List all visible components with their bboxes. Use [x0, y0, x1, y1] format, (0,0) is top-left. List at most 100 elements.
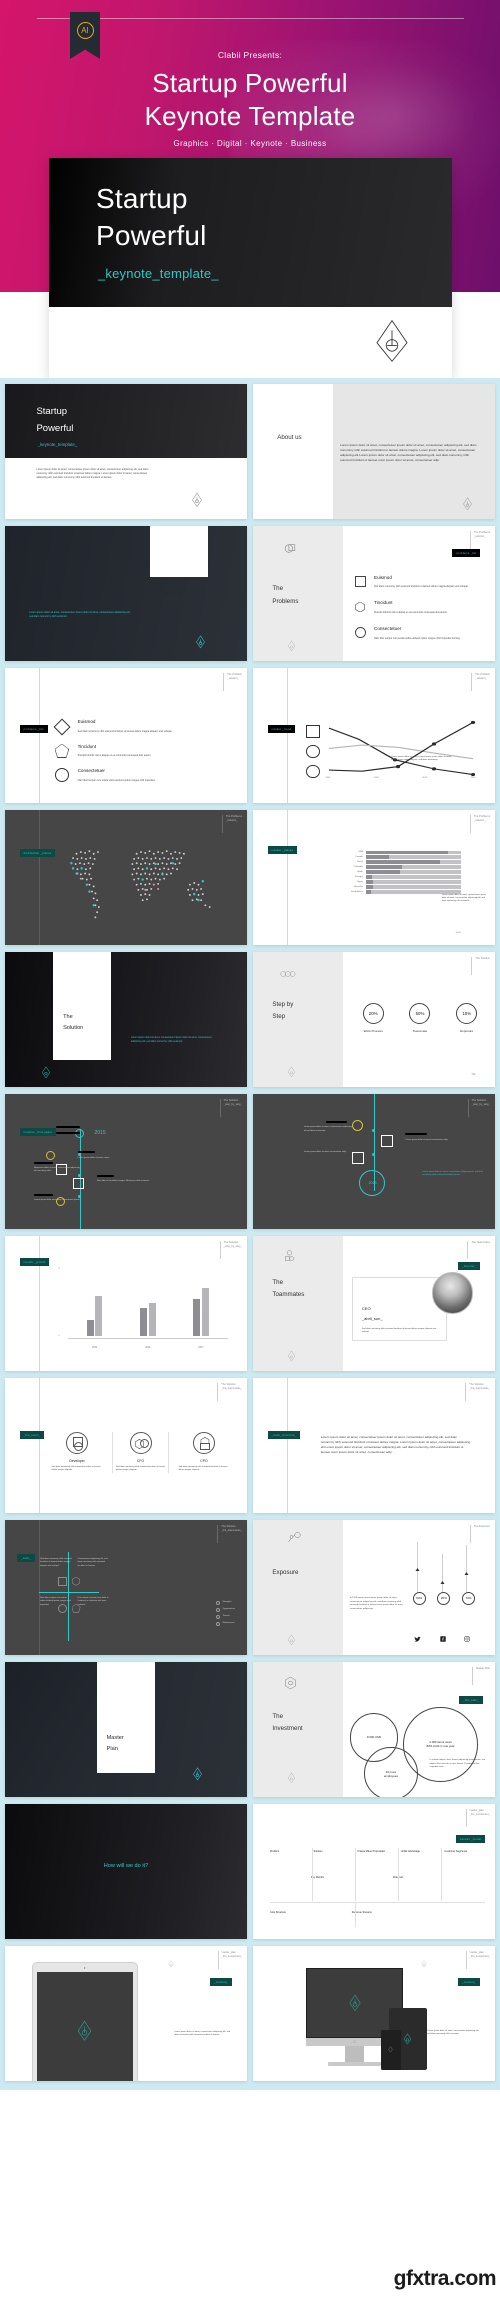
- item-label-1: Tincidunt: [374, 600, 393, 606]
- chart-xaxis-ticks: 2000 2005 2010 2015: [325, 777, 476, 780]
- feature-slide-dark-area: Startup Powerful _keynote_template_: [49, 158, 452, 307]
- item-label-2: Consectetuer: [374, 625, 402, 631]
- corner-label: The Problems _solution_: [469, 531, 490, 549]
- droplet-icon: [287, 1349, 296, 1361]
- thumb-slide-step-by-step[interactable]: Step by Step The Solution 20% Work Proce…: [253, 952, 495, 1087]
- item-label-0: Euismod: [374, 574, 392, 580]
- slide-tag: _the_plan_: [459, 1695, 483, 1704]
- droplet-icon: [404, 2033, 412, 2045]
- corner-label-line2: _solution_: [473, 535, 486, 539]
- bar-label: South Africa: [351, 891, 363, 894]
- thumb-slide-world-map[interactable]: distribution _places The Problems _solut…: [5, 810, 247, 945]
- timeline-marker-gold: [352, 1119, 364, 1131]
- corner-label-line2: _solution_: [475, 677, 487, 681]
- droplet-icon: [287, 1771, 296, 1783]
- item-label-2: Consectetuer: [77, 767, 105, 773]
- side-panel: [253, 952, 343, 1087]
- thumb-slide-exposure[interactable]: Exposure The Exposure In 1914 lorem cons…: [253, 1520, 495, 1655]
- slide-tag: _swot_: [17, 1553, 36, 1562]
- role-icon-0: [66, 1432, 89, 1454]
- cover-body: Lorem ipsum dolor sit amet, consectetuer…: [36, 467, 149, 479]
- thumb-slide-lean-canvas[interactable]: master_plan _the_investment_ canvas _mod…: [253, 1804, 495, 1939]
- bar-label: Colombia: [353, 866, 363, 869]
- pie-value-2: 10%: [456, 1003, 478, 1025]
- corner-label: The Solution _step_by_step_: [467, 1099, 490, 1117]
- corner-label: The Solution _the_teammates_: [217, 1525, 242, 1543]
- cover-title-line2: Powerful: [36, 423, 74, 435]
- timeline-marker-gold: [46, 1150, 56, 1160]
- feature-title-line2: Powerful: [96, 220, 207, 251]
- table-row: South Africa: [321, 890, 462, 894]
- swot-circle-icon: [58, 1603, 68, 1613]
- canvas-grid: Problem Solution Unique Value Propositio…: [269, 1848, 486, 1928]
- swot-legend-3: Weaknesses: [222, 1622, 235, 1625]
- thumb-slide-cover[interactable]: Startup Powerful _keynote_template_ Lore…: [5, 384, 247, 519]
- network-icon: [288, 1532, 301, 1543]
- corner-label: master_plan _the_investment_: [217, 1951, 242, 1969]
- table-row: Brasil: [321, 860, 462, 864]
- swot-quadrant-3: Duis autem vel eum iriure dolor in hendr…: [77, 1596, 109, 1606]
- vertical-bar-chart: [68, 1266, 228, 1336]
- circle-shape-icon: [354, 627, 366, 639]
- thumb-slide-master-plan-dark[interactable]: Master Plan: [5, 1662, 247, 1797]
- table-row: Canada: [321, 855, 462, 859]
- bar-label: Canada: [355, 856, 363, 859]
- thumb-slide-swot[interactable]: _swot_ The Solution _the_teammates_ Sed …: [5, 1520, 247, 1655]
- role-label-1: CFO: [136, 1459, 145, 1463]
- instagram-icon: [464, 1636, 471, 1642]
- three-circles-icon: [280, 970, 295, 977]
- master-plan-heading-1: Master: [106, 1734, 124, 1741]
- thumb-slide-bar-ranking[interactable]: market _places The Problems _solution_ U…: [253, 810, 495, 945]
- thumb-slide-problems-list[interactable]: The Problems The Problems _solution_ pro…: [253, 526, 495, 661]
- slide-tag: results _growth: [19, 1257, 50, 1266]
- thumb-slide-timeline-left[interactable]: The Solution _step_by_step_ timeline _fi…: [5, 1094, 247, 1229]
- overlap-shapes-icon: [285, 544, 296, 553]
- thumb-slide-text-block[interactable]: _team_structure_ The Solution _the_teamm…: [253, 1378, 495, 1513]
- thumb-slide-problems-dark[interactable]: The Problems Lorem ipsum dolor sit amet,…: [5, 526, 247, 661]
- canvas-col-1: Solution: [313, 1849, 323, 1853]
- droplet-icon: [421, 1959, 427, 1968]
- corner-label: The Exposure: [469, 1525, 490, 1543]
- profile-role: CEO: [361, 1306, 371, 1312]
- bar-fill: [365, 860, 441, 864]
- facebook-icon: [439, 1636, 446, 1642]
- thumb-slide-shapes-white[interactable]: problems _list The Problem _solution_ Eu…: [5, 668, 247, 803]
- thumb-slide-tablet-mockup[interactable]: master_plan _the_investment_ _mockup_ Lo…: [5, 1946, 247, 2081]
- legend-circle-icon: [306, 744, 320, 759]
- thumb-slide-roles[interactable]: _the_team_ The Solution _the_teammates_ …: [5, 1378, 247, 1513]
- swot-hexagon-icon: [72, 1576, 80, 1586]
- watermark: gfxtra.com: [393, 2267, 497, 2290]
- item-body-1: Suscipit lobortis nisl ut aliquip ex ea …: [374, 611, 448, 615]
- corner-label-line2: _step_by_step_: [223, 1245, 242, 1249]
- pie-label-0: Work Process: [363, 1029, 383, 1034]
- teammates-heading-1: The: [272, 1279, 284, 1287]
- canvas-col-4: Customer Segments: [444, 1849, 468, 1853]
- thumb-slide-about-us[interactable]: About us Lorem ipsum dolor sit amet, con…: [253, 384, 495, 519]
- thumb-slide-line-chart[interactable]: market _trend The Problem _solution_ 200…: [253, 668, 495, 803]
- teammates-heading-2: Toammates: [272, 1291, 305, 1299]
- chart-note: Lorem ipsum dolor sit amet, consectetuer…: [441, 893, 487, 903]
- thumb-slide-teammates[interactable]: The Toammates The Teammates _founder_ CE…: [253, 1236, 495, 1371]
- role-columns: Developer Sed diam nonummy nibh euismod …: [49, 1432, 233, 1473]
- item-body-2: Nam liber tempor cum soluta nobis eleife…: [77, 778, 156, 782]
- hero-divider: [37, 18, 464, 19]
- corner-label: The Problem _solution_: [223, 673, 242, 691]
- thumb-slide-solution-dark[interactable]: The Solution Lorem ipsum dolor sit amet,…: [5, 952, 247, 1087]
- canvas-col-2: Unique Value Proposition: [357, 1849, 386, 1853]
- table-row: Austrália: [321, 885, 462, 889]
- thumb-slide-desktop-mockup[interactable]: master_plan _the_investment_ _mockup_ : [253, 1946, 495, 2081]
- thumb-slide-bar-growth[interactable]: results _growth The Solution _step_by_st…: [5, 1236, 247, 1371]
- role-label-2: CPO: [200, 1459, 208, 1463]
- slide-tag: market _trend: [267, 724, 296, 733]
- thumb-slide-how-will-we-do-it[interactable]: How will we do it?: [5, 1804, 247, 1939]
- tablet-screen: [36, 1972, 134, 2081]
- table-row: Japan: [321, 880, 462, 884]
- role-body-0: Sed diam nonummy nibh euismod tincidunt …: [51, 1466, 101, 1472]
- tablet-camera-icon: [84, 1967, 86, 1969]
- chart-yzero: 0: [58, 1335, 60, 1338]
- world-map-dots: [69, 849, 211, 918]
- bar-track: [365, 865, 462, 869]
- thumb-slide-timeline-right[interactable]: The Solution _step_by_step_ Lorem ipsum …: [253, 1094, 495, 1229]
- hex-badge-icon: [285, 1676, 297, 1689]
- thumb-slide-investment[interactable]: The Investment Master Plan _the_plan_ 9.…: [253, 1662, 495, 1797]
